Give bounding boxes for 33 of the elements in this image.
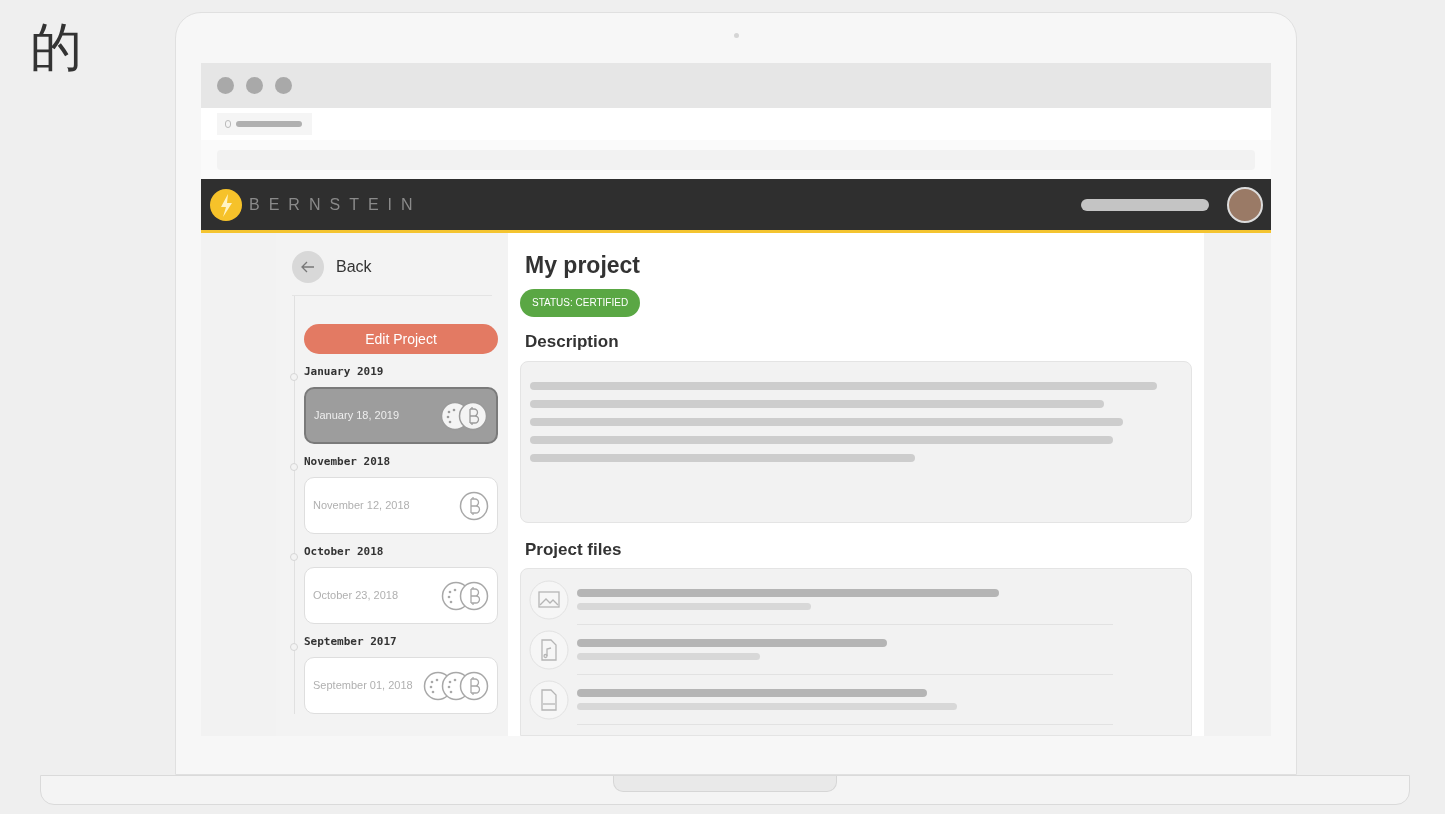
caption-text: 的 — [30, 16, 82, 79]
entry-date: November 12, 2018 — [313, 498, 410, 514]
timeline-entry-card[interactable]: October 23, 2018 — [304, 567, 498, 624]
back-button[interactable]: Back — [292, 249, 492, 285]
section-heading: Description — [525, 331, 619, 353]
bitcoin-coin-icon — [458, 400, 488, 431]
timeline-entry-card[interactable]: September 01, 2018 — [304, 657, 498, 714]
music-file-icon — [529, 630, 569, 670]
edit-project-button[interactable]: Edit Project — [304, 324, 498, 354]
disk-image-icon — [529, 680, 569, 720]
tab-title-placeholder — [236, 121, 302, 127]
tab-favicon-icon — [225, 120, 231, 128]
timeline-entry-card[interactable]: January 18, 2019 — [304, 387, 498, 444]
bitcoin-coin-icon — [459, 670, 489, 701]
bitcoin-coin-icon — [459, 580, 489, 611]
month-label: October 2018 — [304, 544, 385, 560]
status-badge: STATUS: CERTIFIED — [520, 289, 641, 317]
project-title: My project — [525, 251, 641, 279]
bolt-logo-icon — [209, 187, 243, 222]
month-label: November 2018 — [304, 454, 392, 470]
camera-icon — [733, 33, 739, 38]
avatar[interactable] — [1227, 186, 1263, 223]
image-icon — [529, 580, 569, 620]
month-label: January 2019 — [304, 364, 385, 380]
timeline-entry-card[interactable]: November 12, 2018 — [304, 477, 498, 534]
browser-tab[interactable] — [217, 113, 312, 135]
brand-name: BERNSTEIN — [249, 194, 422, 215]
month-label: September 2017 — [304, 634, 398, 650]
entry-date: January 18, 2019 — [314, 408, 399, 424]
bitcoin-coin-icon — [459, 490, 489, 521]
entry-date: September 01, 2018 — [313, 678, 413, 694]
section-heading: Project files — [525, 538, 622, 561]
entry-date: October 23, 2018 — [313, 588, 398, 604]
